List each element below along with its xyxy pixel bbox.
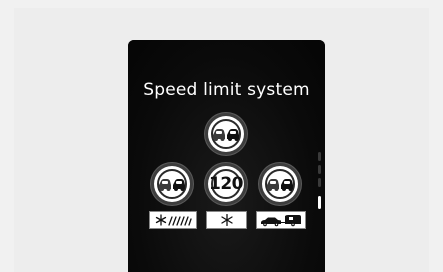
no-overtaking-icon	[213, 129, 239, 141]
car-trailer-icon	[261, 214, 301, 226]
snowflake-icon	[220, 214, 233, 226]
scroll-thumb	[318, 196, 321, 209]
snow-rain-icon	[155, 214, 192, 226]
condition-label-snowflake	[206, 211, 247, 229]
condition-label-trailer	[256, 211, 306, 229]
instrument-display: Speed limit system 120	[128, 40, 325, 272]
scroll-indicator	[318, 152, 321, 212]
display-background	[128, 40, 325, 272]
speed-limit-value: 120	[209, 174, 244, 194]
speed-limit-sign: 120	[208, 166, 244, 202]
page-title: Speed limit system	[143, 80, 310, 100]
no-overtaking-sign-left	[154, 166, 190, 202]
no-overtaking-sign-right	[262, 166, 298, 202]
condition-label-snow-rain	[149, 211, 197, 229]
no-overtaking-icon	[267, 179, 293, 191]
no-overtaking-sign-top	[208, 116, 244, 152]
no-overtaking-icon	[159, 179, 185, 191]
